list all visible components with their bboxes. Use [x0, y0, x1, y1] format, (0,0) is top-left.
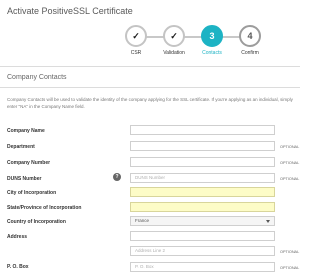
section-description: Company Contacts will be used to validat… — [7, 97, 293, 109]
country-of-incorporation-label: Country of Incorporation — [7, 219, 66, 225]
wizard-step-number: 4 — [239, 25, 261, 47]
company-number-input[interactable] — [130, 157, 275, 167]
address-input[interactable] — [130, 231, 275, 241]
checkmark-icon: ✓ — [125, 25, 147, 47]
company-name-input[interactable] — [130, 125, 275, 135]
city-of-incorporation-label: City of Incorporation — [7, 190, 57, 196]
duns-number-label: DUNS Number — [7, 176, 42, 182]
wizard-step-validation[interactable]: ✓ Validation — [159, 25, 189, 56]
question-icon[interactable]: ? — [113, 173, 121, 181]
wizard-step-label: Confirm — [241, 50, 259, 56]
wizard-step-contacts[interactable]: 3 Contacts — [197, 25, 227, 56]
po-box-input[interactable]: P. O. Box — [130, 262, 275, 272]
optional-label: OPTIONAL — [280, 250, 300, 254]
po-box-label: P. O. Box — [7, 264, 29, 270]
optional-label: OPTIONAL — [280, 161, 300, 165]
checkmark-icon: ✓ — [163, 25, 185, 47]
country-of-incorporation-select[interactable]: France — [130, 216, 275, 226]
address-label: Address — [7, 234, 28, 240]
divider — [0, 66, 300, 67]
wizard-progress: ✓ CSR ✓ Validation 3 Contacts 4 Confirm — [0, 25, 300, 60]
duns-number-input[interactable]: DUNS Number — [130, 173, 275, 183]
city-of-incorporation-input[interactable] — [130, 187, 275, 197]
state-of-incorporation-label: State/Province of Incorporation — [7, 205, 82, 211]
department-label: Department — [7, 144, 35, 150]
divider — [0, 87, 300, 88]
section-title: Company Contacts — [7, 74, 67, 81]
country-selected-value: France — [135, 218, 150, 223]
chevron-down-icon — [266, 220, 270, 223]
optional-label: OPTIONAL — [280, 145, 300, 149]
address-line-2-input[interactable]: Address Line 2 — [130, 246, 275, 256]
company-name-label: Company Name — [7, 128, 45, 134]
page-title: Activate PositiveSSL Certificate — [7, 6, 133, 16]
state-of-incorporation-input[interactable] — [130, 202, 275, 212]
department-input[interactable] — [130, 141, 275, 151]
wizard-step-csr[interactable]: ✓ CSR — [121, 25, 151, 56]
wizard-step-confirm[interactable]: 4 Confirm — [235, 25, 265, 56]
company-number-label: Company Number — [7, 160, 51, 166]
optional-label: OPTIONAL — [280, 266, 300, 270]
wizard-step-number: 3 — [201, 25, 223, 47]
optional-label: OPTIONAL — [280, 177, 300, 181]
